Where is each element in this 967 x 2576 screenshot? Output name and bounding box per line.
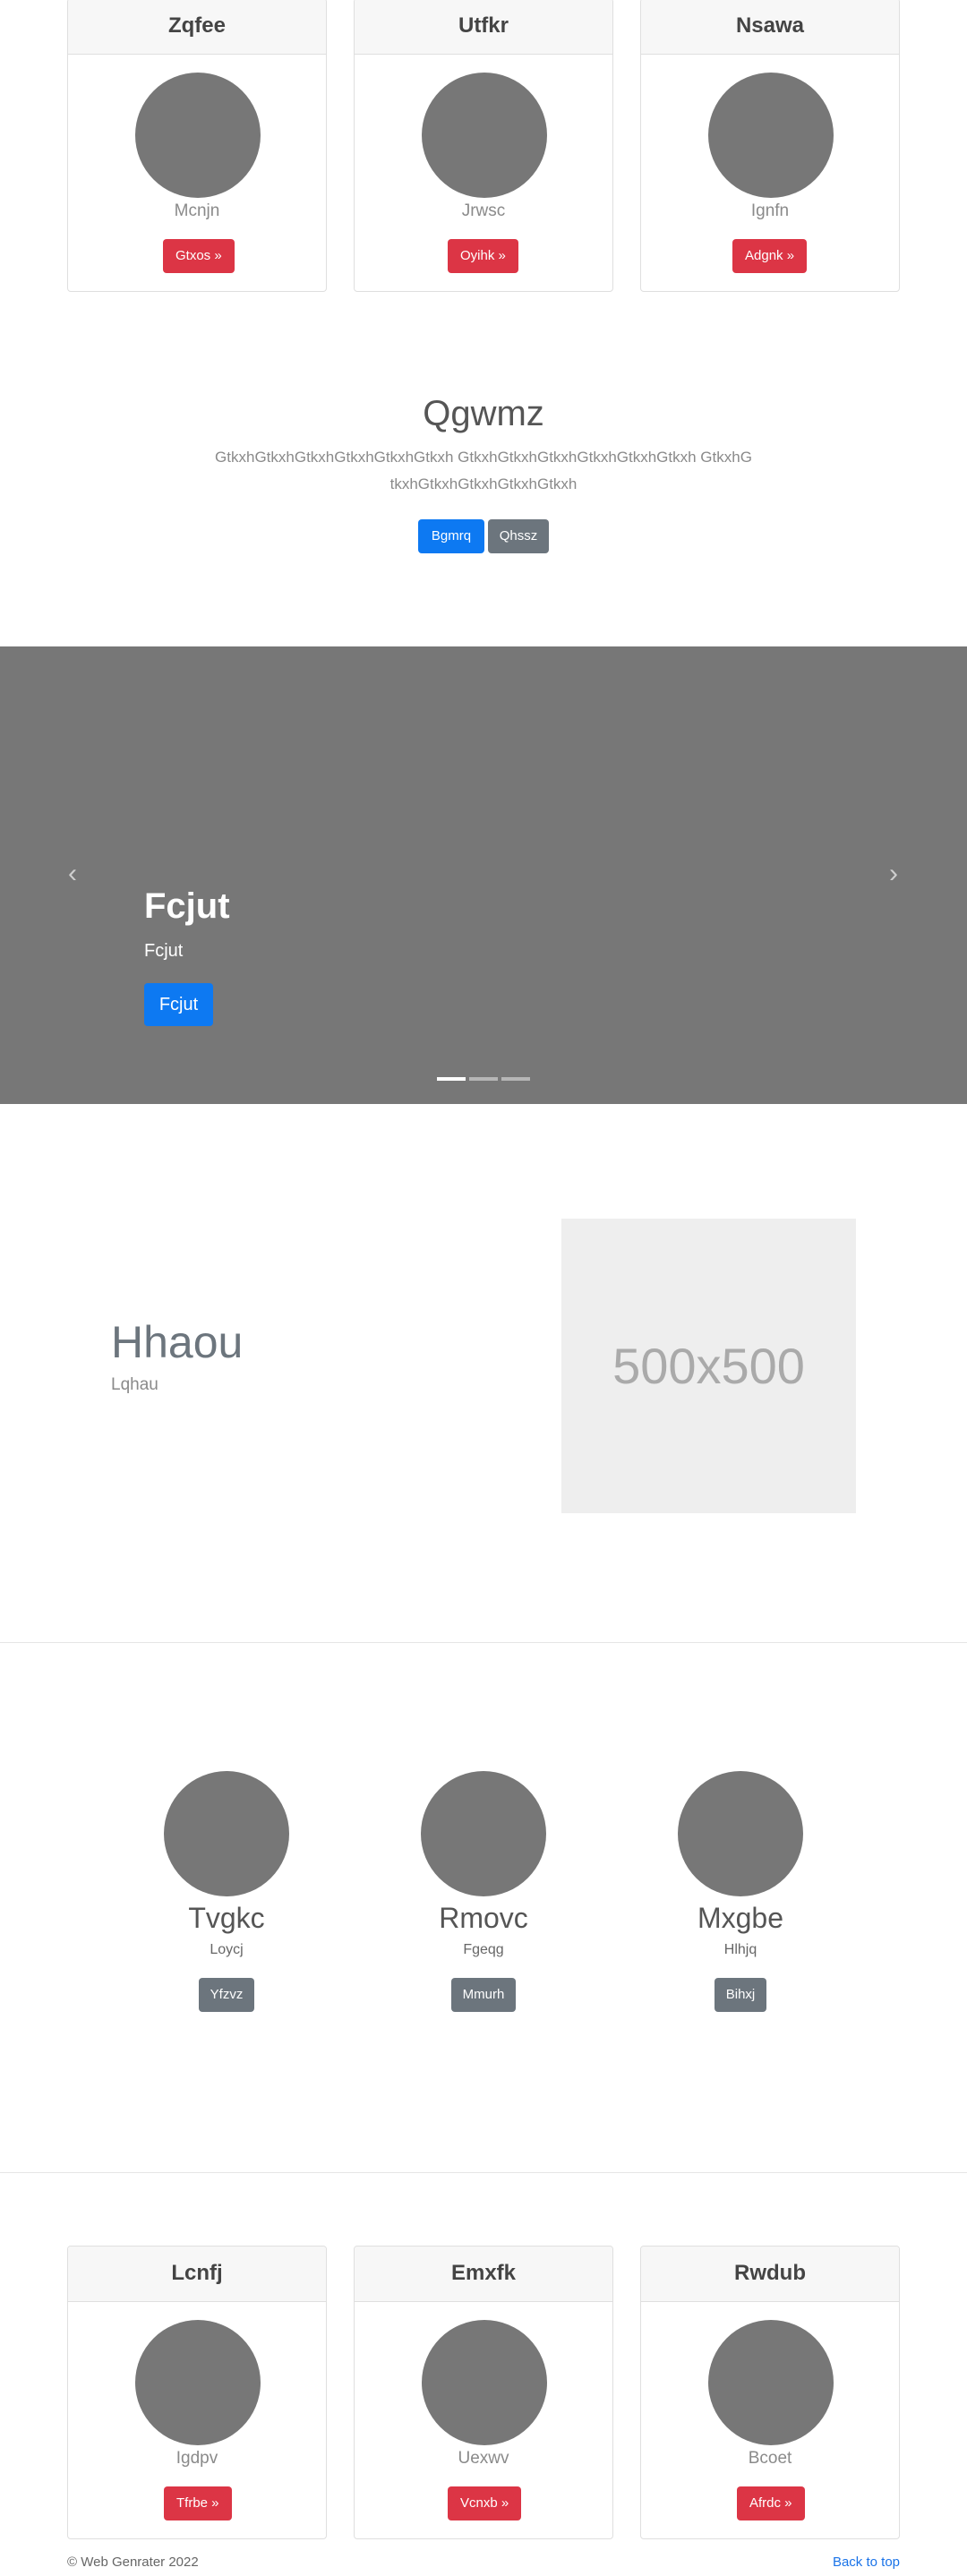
section-divider: [0, 1642, 967, 1643]
bottom-card-1: Lcnfj Igdpv Tfrbe »: [67, 2246, 327, 2539]
avatar-image: [708, 73, 834, 198]
card-title: Nsawa: [641, 0, 899, 55]
feature-subtitle: Lqhau: [111, 1375, 158, 1394]
avatar-image: [422, 73, 547, 198]
avatar-image: [678, 1771, 803, 1896]
footer-copyright: © Web Genrater 2022: [67, 2555, 199, 2570]
card-title: Lcnfj: [68, 2247, 326, 2302]
top-card-1: Zqfee Mcnjn Gtxos »: [67, 0, 327, 292]
secondary-button[interactable]: Qhssz: [488, 519, 549, 553]
card-button[interactable]: Tfrbe »: [164, 2486, 232, 2520]
feature-title: Hhaou: [111, 1317, 244, 1367]
jumbotron-text: GtkxhGtkxhGtkxhGtkxhGtkxhGtkxh GtkxhGtkx…: [215, 449, 752, 492]
avatar-image: [135, 2320, 261, 2445]
jumbotron-title: Qgwmz: [423, 394, 544, 433]
card-button[interactable]: Vcnxb »: [448, 2486, 522, 2520]
back-to-top-link[interactable]: Back to top: [833, 2555, 900, 2570]
team-button[interactable]: Yfzvz: [198, 1978, 255, 2012]
card-subtitle: Igdpv: [175, 2449, 218, 2468]
card-subtitle: Bcoet: [748, 2449, 792, 2468]
top-card-3: Nsawa Ignfn Adgnk »: [640, 0, 900, 292]
placeholder-image: 500x500: [561, 1219, 856, 1513]
section-divider: [0, 2172, 967, 2173]
card-title: Zqfee: [68, 0, 326, 55]
card-subtitle: Ignfn: [750, 201, 790, 220]
team-role: Loycj: [210, 1942, 244, 1957]
avatar-image: [422, 2320, 547, 2445]
carousel-next-icon[interactable]: ›: [883, 860, 904, 888]
team-button[interactable]: Mmurh: [450, 1978, 517, 2012]
carousel-title: Fcjut: [144, 886, 230, 926]
top-card-2: Utfkr Jrwsc Oyihk »: [354, 0, 613, 292]
avatar-image: [708, 2320, 834, 2445]
team-name: Mxgbe: [697, 1902, 784, 1934]
card-title: Rwdub: [641, 2247, 899, 2302]
carousel: ‹ › Fcjut Fcjut Fcjut: [0, 646, 967, 1104]
team-role: Fgeqg: [463, 1942, 504, 1957]
avatar-image: [421, 1771, 546, 1896]
carousel-indicator-2[interactable]: [469, 1077, 498, 1081]
card-subtitle: Jrwsc: [461, 201, 506, 220]
card-button[interactable]: Afrdc »: [737, 2486, 805, 2520]
card-title: Utfkr: [355, 0, 612, 55]
avatar-image: [164, 1771, 289, 1896]
team-member-2: Rmovc Fgeqg Mmurh: [394, 1771, 573, 2012]
card-title: Emxfk: [355, 2247, 612, 2302]
carousel-subtitle: Fcjut: [144, 941, 184, 961]
card-button[interactable]: Oyihk »: [448, 239, 518, 273]
card-button[interactable]: Adgnk »: [732, 239, 808, 273]
card-button[interactable]: Gtxos »: [163, 239, 235, 273]
card-subtitle: Uexwv: [458, 2449, 509, 2468]
team-role: Hlhjq: [723, 1942, 757, 1957]
team-member-1: Tvgkc Loycj Yfzvz: [137, 1771, 316, 2012]
team-member-3: Mxgbe Hlhjq Bihxj: [651, 1771, 830, 2012]
card-subtitle: Mcnjn: [174, 201, 220, 220]
team-name: Rmovc: [439, 1902, 528, 1934]
carousel-prev-icon[interactable]: ‹: [62, 860, 83, 888]
primary-button[interactable]: Bgmrq: [418, 519, 484, 553]
carousel-indicator-1[interactable]: [437, 1077, 466, 1081]
carousel-indicator-3[interactable]: [501, 1077, 530, 1081]
carousel-button[interactable]: Fcjut: [144, 983, 213, 1026]
avatar-image: [135, 73, 261, 198]
team-name: Tvgkc: [188, 1902, 265, 1934]
team-button[interactable]: Bihxj: [714, 1978, 767, 2012]
bottom-card-2: Emxfk Uexwv Vcnxb »: [354, 2246, 613, 2539]
bottom-card-3: Rwdub Bcoet Afrdc »: [640, 2246, 900, 2539]
